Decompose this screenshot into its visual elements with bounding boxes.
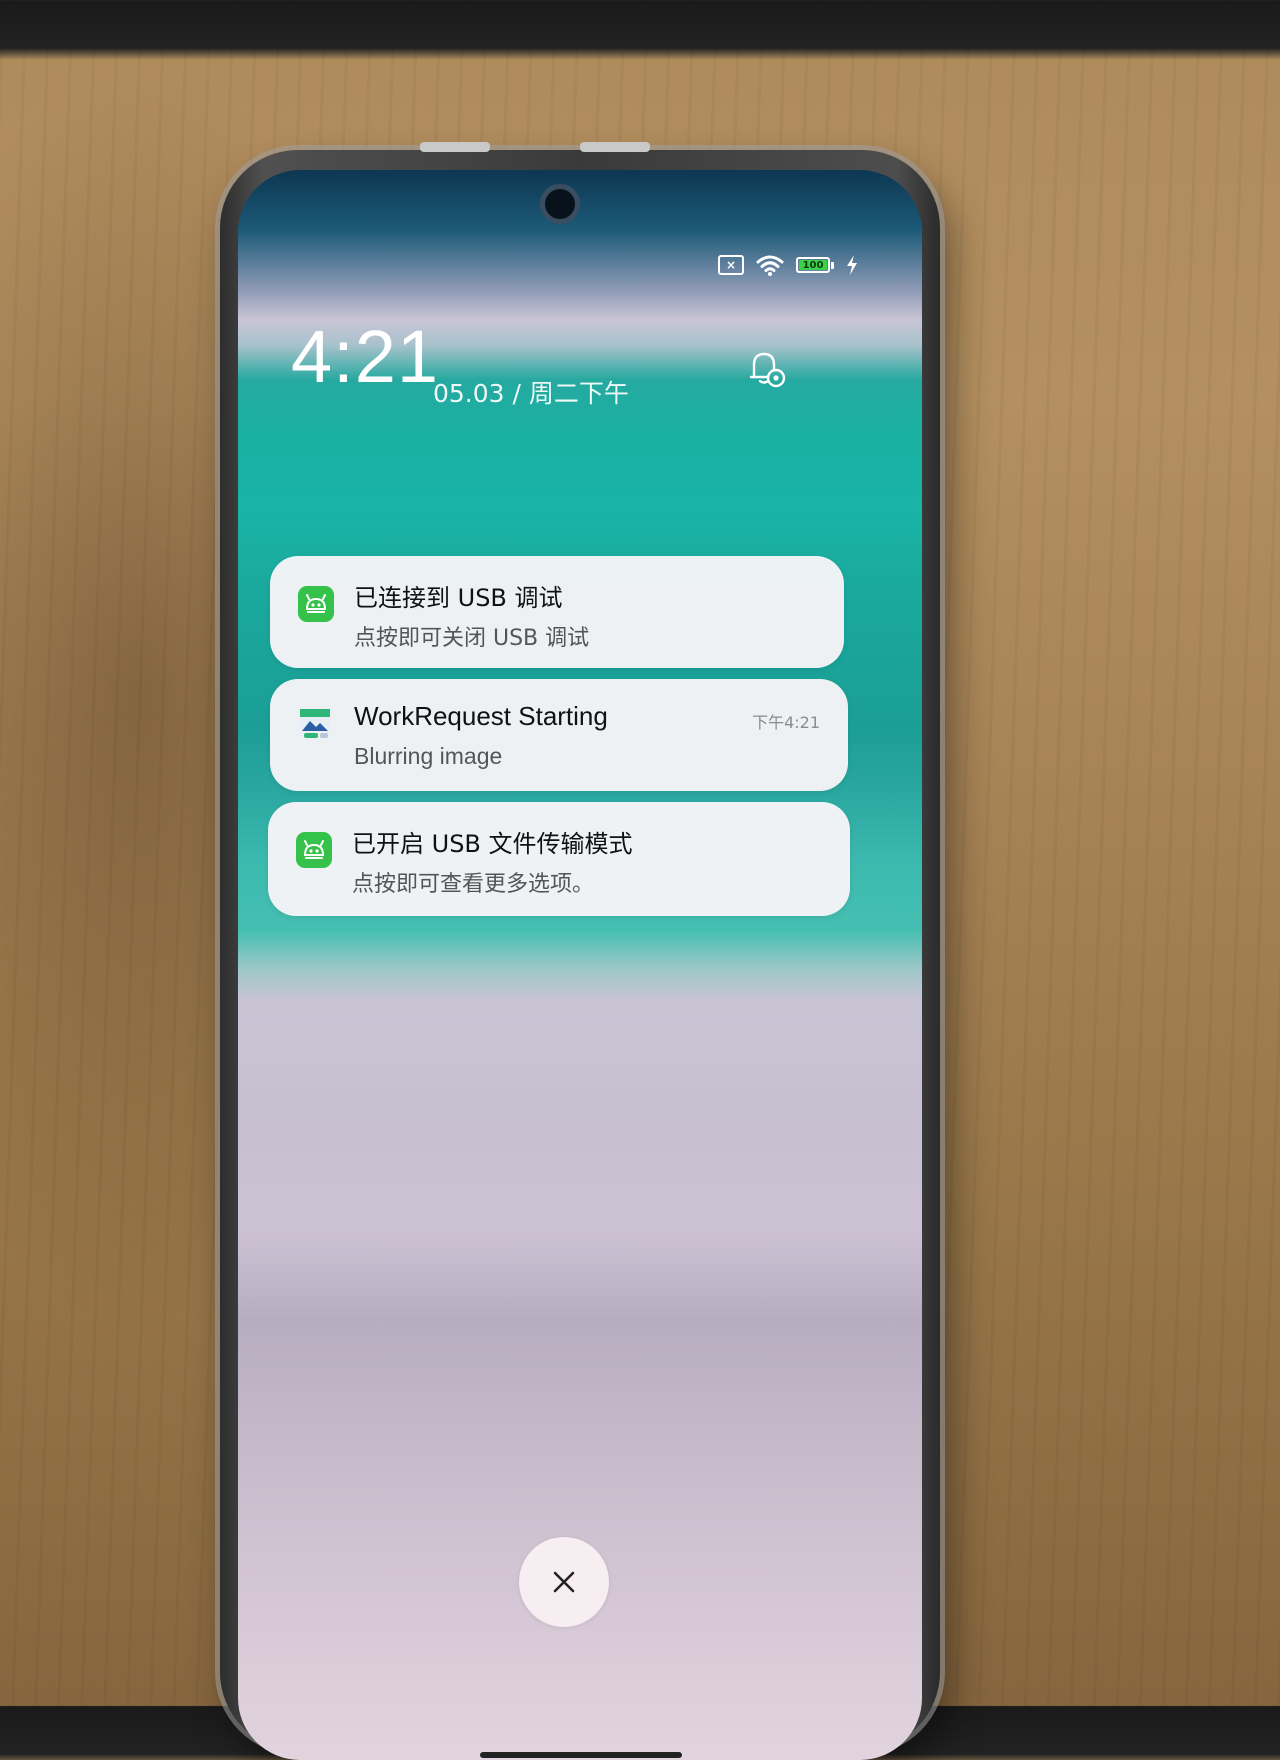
clear-notifications-button[interactable]	[519, 1537, 609, 1627]
lockscreen-date: 05.03 / 周二下午	[433, 379, 629, 408]
lockscreen-clock: 4:21	[291, 315, 440, 398]
close-icon	[553, 1571, 575, 1593]
wifi-icon	[756, 255, 784, 276]
status-bar: × 100	[718, 254, 858, 276]
notification-body: 点按即可查看更多选项。	[352, 872, 595, 897]
notification-usb-debug[interactable]: 已连接到 USB 调试 点按即可关闭 USB 调试	[270, 556, 844, 668]
notification-title: 已开启 USB 文件传输模式	[352, 830, 633, 858]
notification-title: 已连接到 USB 调试	[354, 584, 563, 612]
phone-side-button	[580, 142, 650, 152]
notification-body: 点按即可关闭 USB 调试	[354, 626, 590, 651]
front-camera	[540, 184, 580, 224]
notification-title: WorkRequest Starting	[354, 701, 608, 731]
usb-debug-icon	[298, 586, 334, 622]
notification-time: 下午4:21	[752, 713, 820, 732]
phone-device: × 100 4:21 05.03 / 周二下午 已连接到 USB 调试 点按即可…	[220, 142, 940, 1760]
battery-icon: 100	[796, 257, 834, 273]
notification-usb-transfer[interactable]: 已开启 USB 文件传输模式 点按即可查看更多选项。	[268, 802, 850, 916]
notification-body: Blurring image	[354, 743, 503, 769]
notification-workrequest[interactable]: WorkRequest Starting Blurring image 下午4:…	[270, 679, 848, 791]
usb-transfer-icon	[296, 832, 332, 868]
phone-side-button	[420, 142, 490, 152]
notification-settings-icon[interactable]	[746, 348, 788, 390]
home-indicator[interactable]	[480, 1752, 682, 1758]
image-icon	[300, 709, 330, 738]
sim-disabled-icon: ×	[718, 255, 744, 275]
lock-screen: × 100 4:21 05.03 / 周二下午 已连接到 USB 调试 点按即可…	[238, 170, 922, 1760]
battery-level: 100	[802, 259, 824, 271]
charging-icon	[847, 255, 857, 275]
